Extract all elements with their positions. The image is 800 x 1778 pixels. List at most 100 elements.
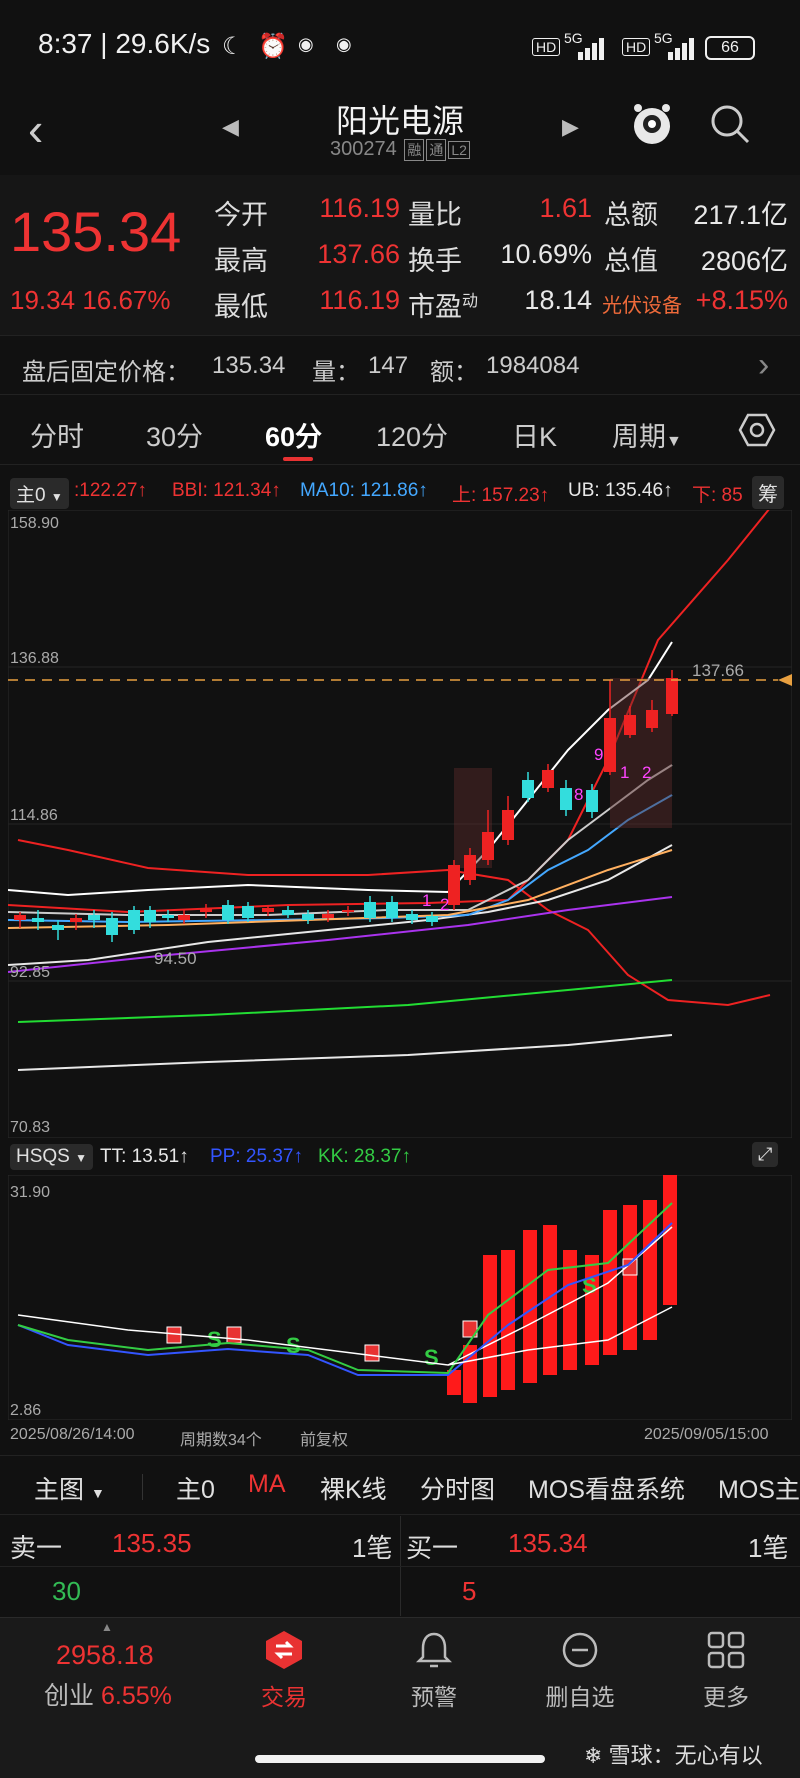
caret-up-icon: ▲ — [101, 1620, 113, 1634]
after-hours-label: 盘后固定价格： — [22, 359, 190, 386]
nav-alert[interactable]: 预警 — [374, 1678, 494, 1712]
nav-more[interactable]: 更多 — [666, 1678, 786, 1712]
candle-body — [106, 918, 118, 935]
sector-name[interactable]: 光伏设备 — [602, 289, 682, 318]
price-change: 19.34 16.67% — [10, 285, 171, 315]
tab-60min[interactable]: 60分 — [265, 415, 322, 454]
nav-header: ‹ ◀ 阳光电源 300274 融通 L2 ▶ — [0, 90, 800, 175]
axis-end-time: 2025/09/05/15:00 — [644, 1426, 769, 1443]
main-kline-chart[interactable]: 158.90 136.88 114.86 92.85 70.83 137.66 … — [8, 510, 792, 1138]
hd-icon-2: HD — [622, 38, 651, 56]
mascot-icon[interactable] — [628, 100, 676, 148]
sub-axis-top: 31.90 — [10, 1184, 50, 1201]
period-count: 周期数34个 — [180, 1432, 262, 1449]
sub-legend: HSQS ▼ TT: 13.51↑ PP: 25.37↑ KK: 28.37↑ … — [0, 1140, 800, 1174]
candle-body — [482, 832, 494, 860]
tab-ma[interactable]: MA — [248, 1470, 286, 1499]
chip-button[interactable]: 筹 — [752, 476, 784, 509]
last-price: 135.34 — [10, 200, 182, 263]
candle-body — [502, 810, 514, 840]
expand-icon[interactable]: ⤢ — [752, 1142, 779, 1167]
candle-body — [178, 915, 190, 920]
axis-bottom: 70.83 — [10, 1119, 50, 1136]
buy1-volume: 5 — [462, 1576, 477, 1606]
after-hours-bar[interactable]: 盘后固定价格： 135.34 量： 147 额： 1984084 › — [0, 335, 800, 395]
high-value: 137.66 — [317, 239, 400, 269]
candle-body — [282, 910, 294, 915]
grid-more-icon[interactable] — [706, 1630, 746, 1670]
candle-body — [302, 914, 314, 920]
candle-body — [386, 902, 398, 918]
nav-remove-watchlist[interactable]: 删自选 — [520, 1678, 640, 1712]
candle-body — [406, 914, 418, 920]
legend-item-ma10: MA10: 121.86↑ — [300, 480, 428, 501]
index-change[interactable]: 创业 6.55% — [44, 1676, 172, 1712]
tab-mos-main[interactable]: MOS主 — [718, 1470, 800, 1506]
trade-icon[interactable] — [264, 1630, 304, 1670]
candle-body — [604, 718, 616, 772]
caret-down-icon: ▼ — [666, 433, 682, 450]
signal-9: 9 — [594, 745, 603, 764]
open-value: 116.19 — [319, 193, 400, 223]
legend-item-upper: 上: 157.23↑ — [452, 485, 550, 506]
candle-body — [426, 916, 438, 922]
tab-daily[interactable]: 日K — [512, 415, 557, 454]
home-indicator[interactable] — [255, 1755, 545, 1763]
hsqs-bar — [483, 1255, 497, 1397]
adjust-mode[interactable]: 前复权 — [300, 1426, 348, 1450]
buy1-label: 买一 — [406, 1533, 459, 1563]
pe-label: 市盈动 — [408, 292, 479, 322]
main-indicator-selector[interactable]: 主0 ▼ — [10, 478, 69, 509]
sub-indicator-selector[interactable]: HSQS ▼ — [10, 1144, 94, 1170]
search-icon[interactable] — [708, 102, 752, 146]
index-value[interactable]: 2958.18 — [56, 1640, 154, 1671]
bell-icon[interactable] — [414, 1630, 454, 1670]
stock-code: 300274 融通 L2 — [0, 138, 800, 161]
signal-2: 2 — [440, 895, 449, 914]
vol-ratio-value: 1.61 — [539, 193, 592, 223]
candle-body — [162, 915, 174, 918]
tab-main-chart[interactable]: 主图 ▼ — [34, 1470, 105, 1506]
sector-change[interactable]: +8.15% — [690, 285, 788, 316]
margin-tag: 融 — [404, 139, 425, 161]
candle-body — [14, 915, 26, 920]
low-mark-label: 94.50 — [154, 949, 197, 968]
sub-legend-pp: PP: 25.37↑ — [210, 1146, 303, 1167]
settings-hexagon-icon[interactable] — [738, 411, 776, 449]
candle-body — [522, 780, 534, 798]
status-time: 8:37 | 29.6K/s — [38, 28, 211, 59]
nav-trade[interactable]: 交易 — [224, 1678, 344, 1712]
after-hours-vol-label: 量： — [312, 359, 360, 386]
tab-period[interactable]: 周期▼ — [612, 415, 682, 454]
tab-timeshare-chart[interactable]: 分时图 — [420, 1470, 495, 1506]
range-highlight — [610, 678, 672, 828]
caret-down-icon: ▼ — [90, 1485, 105, 1501]
candle-body — [200, 908, 212, 912]
bottom-nav: ▲ 2958.18 创业 6.55% 交易 预警 删自选 更多 ❄ 雪球：无心有… — [0, 1617, 800, 1778]
sell1-label: 卖一 — [10, 1533, 63, 1563]
hsqs-indicator-chart[interactable]: S S SS 31.90 2.86 — [8, 1175, 792, 1420]
tab-main0[interactable]: 主0 — [176, 1470, 215, 1506]
time-axis: 2025/08/26/14:00 周期数34个 前复权 2025/09/05/1… — [0, 1422, 800, 1452]
high-mark-label: 137.66 — [692, 661, 744, 680]
moon-icon: ☾ — [222, 33, 244, 60]
buy-signal-marker — [166, 1326, 182, 1344]
legend-item-lower: 下: 85 — [692, 485, 743, 506]
signal-8: 8 — [574, 785, 583, 804]
remove-watchlist-icon[interactable] — [560, 1630, 600, 1670]
hsqs-bar — [603, 1210, 617, 1355]
app-notify-icon: ◉ — [298, 34, 314, 54]
tab-120min[interactable]: 120分 — [376, 415, 448, 454]
tab-30min[interactable]: 30分 — [146, 415, 203, 454]
snowball-icon: ❄ — [584, 1743, 603, 1768]
active-tab-underline — [283, 457, 313, 461]
tab-naked-k[interactable]: 裸K线 — [320, 1470, 387, 1506]
divider — [0, 1566, 800, 1567]
candle-body — [322, 914, 334, 918]
axis-low2: 92.85 — [10, 964, 50, 981]
candle-body — [560, 788, 572, 810]
axis-low1: 114.86 — [10, 807, 58, 824]
tab-timeshare[interactable]: 分时 — [30, 415, 84, 454]
tab-mos-system[interactable]: MOS看盘系统 — [528, 1470, 685, 1506]
next-stock-icon[interactable]: ▶ — [562, 114, 579, 140]
